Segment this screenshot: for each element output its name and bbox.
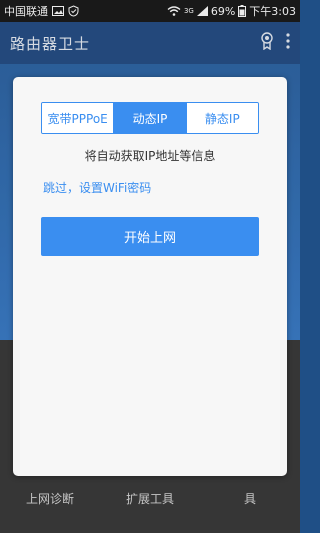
tab-pppoe[interactable]: 宽带PPPoE	[42, 103, 114, 133]
tab-static-ip[interactable]: 静态IP	[185, 103, 258, 133]
skip-link[interactable]: 跳过，设置WiFi密码	[43, 179, 151, 196]
connection-description: 将自动获取IP地址等信息	[84, 149, 216, 163]
tab-dynamic-ip[interactable]: 动态IP	[113, 103, 186, 133]
connection-dialog: 宽带PPPoE 动态IP 静态IP 将自动获取IP地址等信息 跳过，设置WiFi…	[13, 77, 287, 476]
connection-type-tabs: 宽带PPPoE 动态IP 静态IP	[41, 102, 259, 134]
start-button[interactable]: 开始上网	[41, 217, 259, 256]
